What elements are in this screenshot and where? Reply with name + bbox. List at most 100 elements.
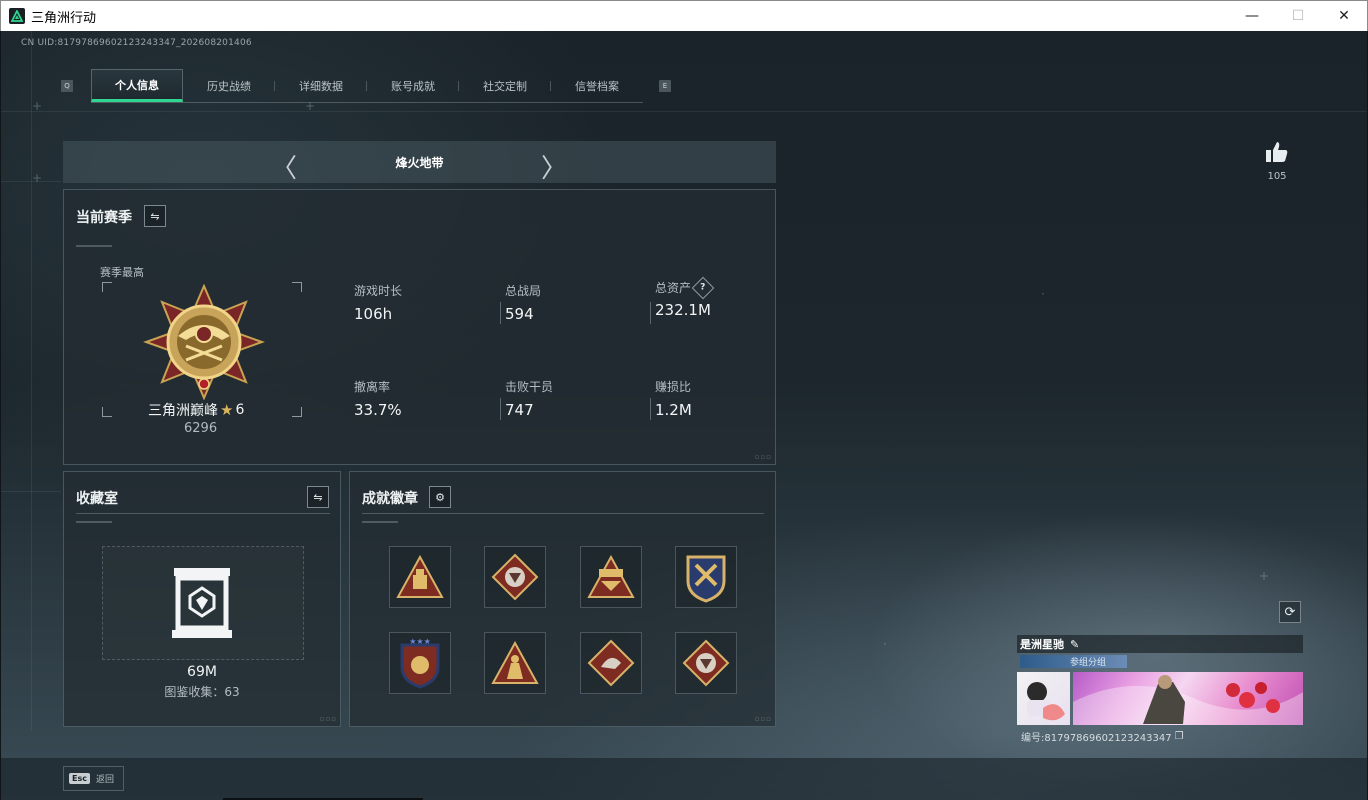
window-title: 三角洲行动 [31,10,97,26]
stat-value: 106h [354,305,393,323]
panel-underline [76,513,330,514]
tab-social-customize[interactable]: 社交定制 [459,69,551,102]
achievements-panel: 成就徽章 ⚙ ★★★ ▫▫▫ [349,471,776,727]
achievements-title: 成就徽章 [362,491,418,507]
tab-credit-profile[interactable]: 信誉档案 [551,69,643,102]
avatar[interactable] [1017,672,1070,725]
tab-personal-info[interactable]: 个人信息 [91,69,183,102]
window-titlebar: 三角洲行动 — ☐ ✕ [0,0,1368,31]
achievement-badge[interactable] [389,546,451,608]
decor-dots: ▫▫▫ [754,453,772,461]
chevron-left-icon[interactable]: 〈 [271,148,297,185]
achievement-badge[interactable] [675,546,737,608]
player-id: 编号:8179786960212324334​7 ❐ [1021,729,1184,744]
tab-detailed-data[interactable]: 详细数据 [275,69,367,102]
decor-line [1,181,61,182]
rank-name-text: 三角洲巅峰 [148,403,218,419]
edit-pencil-icon[interactable]: ✎ [1070,638,1079,651]
decor-line [31,31,32,731]
achievement-badge[interactable] [484,632,546,694]
rank-emblem-icon [143,284,265,400]
season-best-label: 赛季最高 [100,266,144,279]
stat-total-assets: 总资产 ? 232.1M [655,276,715,319]
rank-name: 三角洲巅峰 ★ 6 [148,400,244,420]
minimize-button[interactable]: — [1229,1,1275,31]
esc-key: Esc [69,773,90,784]
help-icon[interactable]: ? [691,276,715,299]
decor-dots: ▫▫▫ [319,715,337,723]
app-logo-icon [9,8,25,24]
maximize-button[interactable]: ☐ [1275,1,1321,31]
stat-value: 747 [505,401,534,419]
card-name-row: 是洲星驰 ✎ [1017,635,1303,653]
panel-underline [362,513,764,514]
stat-value: 232.1M [655,301,711,319]
stat-label: 撤离率 [354,380,391,394]
top-nav: Q 个人信息 历史战绩 详细数据 账号成就 社交定制 信誉档案 E [61,69,671,103]
season-panel: 当前赛季 ⇋ 赛季最高 三角洲巅峰 ★ 6 6296 游戏时长 106h 总战局… [63,189,776,465]
tab-account-achievements[interactable]: 账号成就 [367,69,459,102]
decor-cross: + [32,99,43,113]
mode-selector: 〈 烽火地带 〉 [63,141,776,185]
decor-dash [76,521,112,523]
gear-icon[interactable]: ⚙ [429,486,451,508]
stat-label: 击败干员 [505,380,554,394]
tab-bar: 个人信息 历史战绩 详细数据 账号成就 社交定制 信誉档案 [91,69,643,103]
achievement-badge[interactable] [580,546,642,608]
tab-label: 社交定制 [483,79,527,93]
tab-match-history[interactable]: 历史战绩 [183,69,275,102]
like-widget[interactable]: 105 [1257,141,1297,182]
stat-extract-rate: 撤离率 33.7% [354,378,402,419]
frame-corner [102,282,112,292]
decor-dash [76,245,112,247]
card-group-label: 参组分组 [1070,658,1107,668]
star-icon: ★ [220,401,234,419]
decor-line [1,491,61,492]
stat-total-matches: 总战局 594 [505,282,541,323]
achievement-badge[interactable] [484,546,546,608]
decor-cross: + [32,171,43,185]
refresh-icon[interactable]: ⟳ [1279,601,1301,623]
back-button[interactable]: Esc 返回 [63,766,124,791]
mode-title: 烽火地带 [395,155,444,170]
close-button[interactable]: ✕ [1321,1,1367,31]
achievement-badge[interactable]: ★★★ [389,632,451,694]
achievement-badge[interactable] [675,632,737,694]
player-id-text: 编号:8179786960212324334​7 [1021,733,1172,744]
chevron-right-icon[interactable]: 〉 [541,148,567,185]
collection-panel: 收藏室 ⇋ 69M 图鉴收集：63 ▫▫▫ [63,471,341,727]
stat-divider [650,302,651,324]
decor-cross: + [1259,569,1270,583]
game-viewport: + + + + · · CN UID:8179786960212324334​7… [1,31,1367,800]
stat-label-row: 总资产 ? [655,276,715,299]
nav-left-key: Q [61,80,73,92]
stat-label: 游戏时长 [354,284,403,298]
collection-title: 收藏室 [76,491,118,507]
card-group-tag: 参组分组 [1020,655,1127,668]
player-card[interactable]: 是洲星驰 ✎ 参组分组 [1017,635,1303,725]
decor-line [1,111,1367,112]
swap-icon[interactable]: ⇋ [144,205,166,227]
copy-icon[interactable]: ❐ [1175,731,1184,742]
stat-label: 赚损比 [655,380,692,394]
thumbs-up-icon[interactable] [1265,141,1289,163]
frame-corner [292,282,302,292]
decor-dots: ▫▫▫ [754,715,772,723]
stat-operators-defeated: 击败干员 747 [505,378,553,419]
stat-profit-loss-ratio: 赚损比 1.2M [655,378,692,419]
uid-text: CN UID:8179786960212324334​7_20260820140… [21,38,252,48]
help-glyph: ? [700,282,706,293]
frame-corner [292,407,302,417]
swap-icon[interactable]: ⇋ [307,486,329,508]
back-label: 返回 [95,775,114,785]
stat-label: 总战局 [505,284,542,298]
tab-label: 账号成就 [391,79,435,93]
decor-cross: · [1041,287,1045,301]
collection-value: 69M [187,664,217,680]
svg-text:★★★: ★★★ [409,637,431,646]
achievement-badge[interactable] [580,632,642,694]
stat-divider [500,398,501,420]
decor-cross: · [883,637,887,651]
like-count: 105 [1267,171,1287,182]
collection-count: 图鉴收集：63 [164,685,240,699]
